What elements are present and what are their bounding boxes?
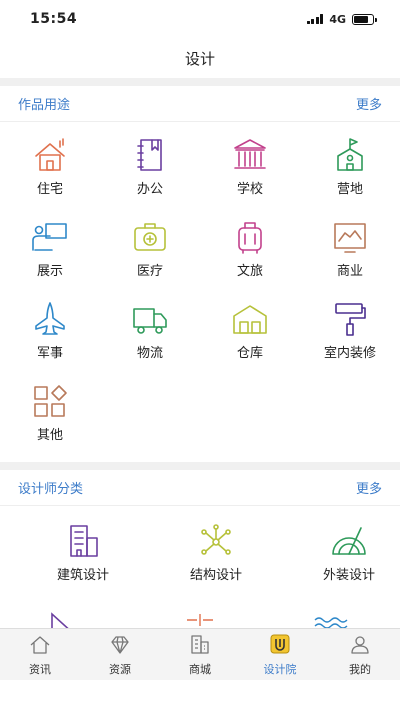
grid-item-label: 外装设计 <box>322 568 375 583</box>
grid-item-1[interactable]: 办公 <box>100 136 200 218</box>
usage-section-title: 作品用途 <box>18 98 71 113</box>
battery-icon <box>352 13 377 25</box>
section-divider <box>0 462 400 470</box>
grid-squares-icon <box>28 382 72 420</box>
paint-roller-icon <box>328 300 372 338</box>
nav-bar: 设计 <box>0 38 400 78</box>
tab-home[interactable]: 资讯 <box>0 629 80 680</box>
tab-bar: 资讯 资源 商城 设计院 我的 <box>0 628 400 680</box>
grid-item-label: 医疗 <box>136 264 163 279</box>
home-icon <box>28 633 52 659</box>
grid-item-label: 结构设计 <box>189 568 242 583</box>
status-time: 15:54 <box>30 11 78 27</box>
grid-item-label: 室内装修 <box>323 346 376 361</box>
signal-icon <box>306 14 324 24</box>
diamond-icon <box>108 633 132 659</box>
school-building-icon <box>228 136 272 174</box>
grid-item-1[interactable]: 结构设计 <box>150 522 283 602</box>
status-bar: 15:54 4G <box>0 0 400 38</box>
tab-design-institute[interactable]: 设计院 <box>240 629 320 680</box>
grid-item-0[interactable]: 建筑设计 <box>17 522 150 602</box>
warehouse-icon <box>228 300 272 338</box>
designer-more-link[interactable]: 更多 <box>356 478 382 497</box>
grid-item-8[interactable]: 军事 <box>0 300 100 382</box>
grid-item-10[interactable]: 仓库 <box>200 300 300 382</box>
tab-label: 我的 <box>349 662 371 676</box>
grid-item-label: 其他 <box>36 428 63 443</box>
grid-item-11[interactable]: 室内装修 <box>300 300 400 382</box>
tab-label: 商城 <box>189 662 211 676</box>
grid-item-6[interactable]: 文旅 <box>200 218 300 300</box>
structure-nodes-icon <box>194 522 238 560</box>
grid-item-label: 物流 <box>136 346 163 361</box>
protractor-icon <box>327 522 371 560</box>
truck-icon <box>128 300 172 338</box>
tab-user[interactable]: 我的 <box>320 629 400 680</box>
grid-item-2[interactable]: 学校 <box>200 136 300 218</box>
grid-item-2[interactable]: 外装设计 <box>283 522 400 602</box>
designer-section-title: 设计师分类 <box>18 482 84 497</box>
jet-icon <box>28 300 72 338</box>
grid-item-label: 学校 <box>236 182 263 197</box>
grid-item-label: 文旅 <box>236 264 263 279</box>
camp-flag-icon <box>328 136 372 174</box>
tab-mall-building[interactable]: 商城 <box>160 629 240 680</box>
medical-kit-icon <box>128 218 172 256</box>
house-icon <box>28 136 72 174</box>
usage-section-header: 作品用途 更多 <box>0 86 400 122</box>
home-indicator-area <box>0 680 400 710</box>
tab-label: 设计院 <box>263 662 297 676</box>
grid-item-label: 办公 <box>136 182 163 197</box>
grid-item-9[interactable]: 物流 <box>100 300 200 382</box>
screen-chart-icon <box>328 218 372 256</box>
notebook-icon <box>128 136 172 174</box>
grid-item-label: 营地 <box>336 182 363 197</box>
ruler-triangle-icon <box>51 612 69 628</box>
mall-building-icon <box>188 633 212 659</box>
page-title: 设计 <box>184 49 215 68</box>
design-institute-icon <box>268 633 292 659</box>
grid-item-4[interactable]: 展示 <box>0 218 100 300</box>
grid-item-5[interactable]: 医疗 <box>100 218 200 300</box>
status-indicators: 4G <box>306 12 377 26</box>
wave-icon <box>314 617 348 628</box>
presentation-icon <box>28 218 72 256</box>
circuit-icon <box>187 614 213 626</box>
designer-grid-next-row <box>0 606 400 628</box>
grid-item-label: 军事 <box>36 346 63 361</box>
network-type: 4G <box>329 12 346 26</box>
grid-item-0[interactable]: 住宅 <box>0 136 100 218</box>
tab-label: 资源 <box>109 662 131 676</box>
grid-item-label: 住宅 <box>36 182 63 197</box>
grid-item-7[interactable]: 商业 <box>300 218 400 300</box>
designer-section-header: 设计师分类 更多 <box>0 470 400 506</box>
usage-more-link[interactable]: 更多 <box>356 94 382 113</box>
building-icon <box>61 522 105 560</box>
grid-item-label: 展示 <box>36 264 63 279</box>
tab-diamond[interactable]: 资源 <box>80 629 160 680</box>
grid-item-label: 仓库 <box>236 346 263 361</box>
grid-item-label: 建筑设计 <box>56 568 109 583</box>
grid-item-label: 商业 <box>336 264 363 279</box>
tab-label: 资讯 <box>29 662 51 676</box>
grid-item-12[interactable]: 其他 <box>0 382 100 464</box>
user-icon <box>348 633 372 659</box>
section-divider <box>0 78 400 86</box>
luggage-icon <box>228 218 272 256</box>
grid-item-3[interactable]: 营地 <box>300 136 400 218</box>
